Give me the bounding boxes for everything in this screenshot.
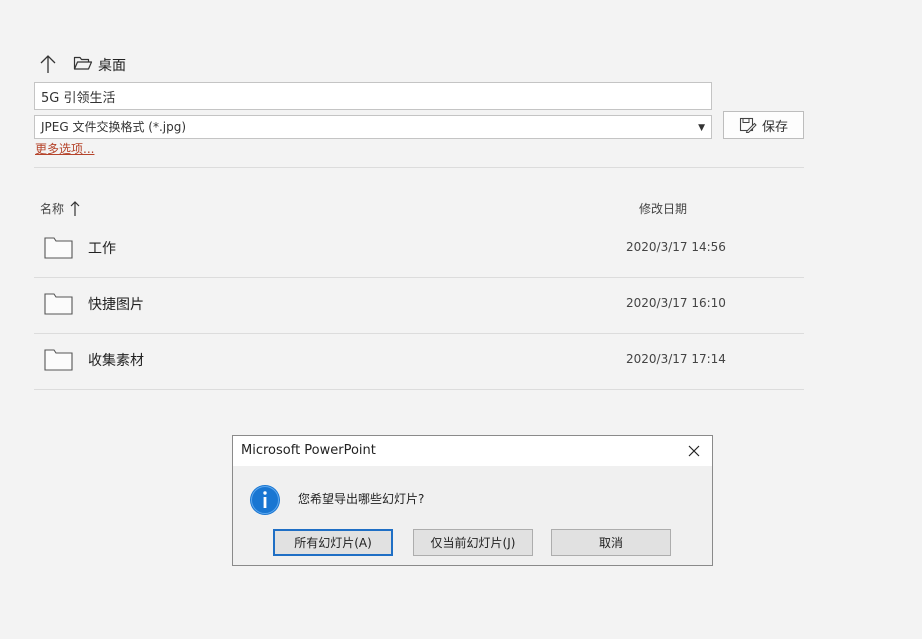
sort-ascending-icon <box>70 200 80 216</box>
folder-name: 快捷图片 <box>88 297 144 313</box>
folder-row[interactable]: 快捷图片 2020/3/17 16:10 <box>34 278 804 333</box>
column-header-date[interactable]: 修改日期 <box>639 200 687 217</box>
current-slide-button[interactable]: 仅当前幻灯片(J) <box>413 529 533 556</box>
up-arrow-button[interactable] <box>37 52 59 76</box>
row-divider <box>34 389 804 390</box>
close-icon <box>688 445 700 457</box>
info-icon <box>250 485 280 515</box>
close-button[interactable] <box>681 440 707 462</box>
folder-row[interactable]: 收集素材 2020/3/17 17:14 <box>34 334 804 389</box>
divider <box>34 167 804 168</box>
arrow-up-icon <box>40 55 56 73</box>
save-button-label: 保存 <box>761 119 788 135</box>
folder-icon <box>44 349 73 371</box>
folder-date: 2020/3/17 14:56 <box>626 240 726 254</box>
column-header-name[interactable]: 名称 <box>40 200 80 217</box>
chevron-down-icon: ▼ <box>698 123 705 133</box>
dialog-message: 您希望导出哪些幻灯片? <box>298 492 425 506</box>
folder-icon <box>44 237 73 259</box>
cancel-button[interactable]: 取消 <box>551 529 671 556</box>
folder-name: 工作 <box>88 241 116 257</box>
dialog-title: Microsoft PowerPoint <box>241 443 376 458</box>
current-folder-label[interactable]: 桌面 <box>98 55 126 75</box>
save-icon <box>739 117 757 133</box>
folder-name: 收集素材 <box>88 353 144 369</box>
folder-open-icon <box>73 55 93 71</box>
folder-icon <box>44 293 73 315</box>
filename-input[interactable] <box>34 82 712 110</box>
message-dialog: Microsoft PowerPoint 您希望导出哪些幻灯片? 所有幻灯片(A… <box>232 435 713 566</box>
column-name-label: 名称 <box>40 202 65 216</box>
more-options-link[interactable]: 更多选项... <box>35 140 94 157</box>
filetype-value: JPEG 文件交换格式 (*.jpg) <box>41 120 187 134</box>
folder-date: 2020/3/17 16:10 <box>626 296 726 310</box>
dialog-titlebar: Microsoft PowerPoint <box>233 436 712 466</box>
all-slides-button[interactable]: 所有幻灯片(A) <box>273 529 393 556</box>
filetype-select[interactable]: JPEG 文件交换格式 (*.jpg) ▼ <box>34 115 712 139</box>
save-button[interactable]: 保存 <box>723 111 804 139</box>
folder-date: 2020/3/17 17:14 <box>626 352 726 366</box>
folder-row[interactable]: 工作 2020/3/17 14:56 <box>34 222 804 277</box>
